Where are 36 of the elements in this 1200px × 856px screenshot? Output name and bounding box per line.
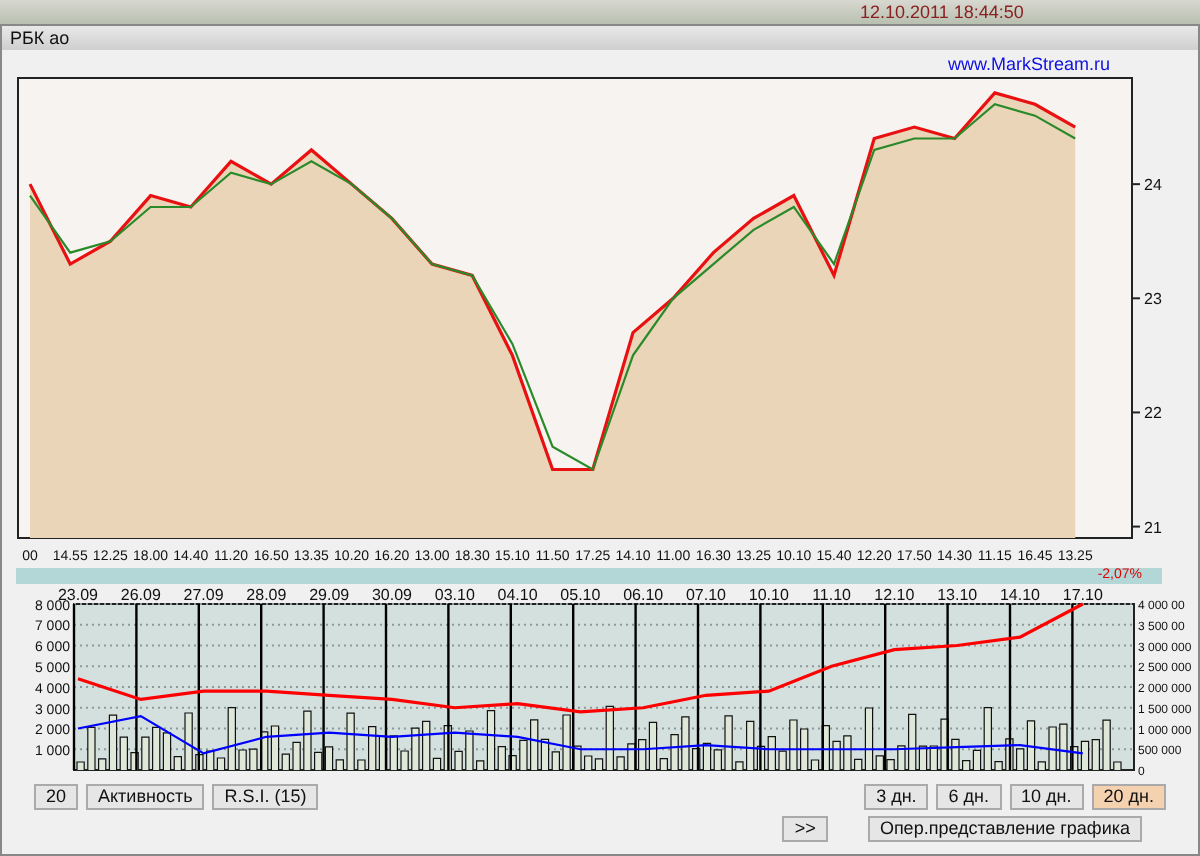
y-tick-label: 22 bbox=[1144, 404, 1163, 423]
source-link[interactable]: www.MarkStream.ru bbox=[947, 54, 1110, 74]
date-label: 13.10 bbox=[937, 586, 978, 604]
date-label: 03.10 bbox=[434, 586, 475, 604]
indicator-button[interactable]: 20 bbox=[34, 784, 79, 810]
y-tick-label: 22 bbox=[1131, 404, 1162, 423]
scroll-button[interactable]: >> bbox=[782, 816, 828, 842]
date-label: 30.09 bbox=[371, 586, 413, 604]
date-label: 17.10 bbox=[1062, 586, 1103, 604]
date-label: 28.09 bbox=[246, 586, 287, 604]
background-window-timestamp: 12.10.2011 18:44:50 bbox=[0, 0, 1200, 24]
period-button[interactable]: 20 дн. bbox=[1091, 784, 1166, 810]
y-tick-label: 23 bbox=[1131, 290, 1162, 309]
date-label: 07.10 bbox=[685, 586, 727, 604]
date-label: 12.10 bbox=[874, 586, 915, 604]
period-button[interactable]: 10 дн. bbox=[1009, 784, 1084, 810]
period-button[interactable]: 6 дн. bbox=[936, 784, 1002, 810]
y-tick-label: 23 bbox=[1144, 290, 1163, 309]
window-title: РБК ао bbox=[2, 26, 1198, 50]
y-tick-label: 24 bbox=[1144, 176, 1163, 195]
y-tick-label: 21 bbox=[1131, 518, 1162, 537]
indicator-button[interactable]: R.S.I. (15) bbox=[212, 784, 319, 810]
date-label: 06.10 bbox=[623, 586, 664, 604]
date-label: 05.10 bbox=[560, 586, 601, 604]
date-label: 14.10 bbox=[999, 586, 1041, 604]
indicator-button[interactable]: Активность bbox=[86, 784, 205, 810]
date-label: 26.09 bbox=[120, 586, 161, 604]
date-label: 04.10 bbox=[497, 586, 538, 604]
chart-mode-button[interactable]: Опер.представление графика bbox=[867, 816, 1142, 842]
date-label: 27.09 bbox=[183, 586, 224, 604]
period-button[interactable]: 3 дн. bbox=[864, 784, 929, 810]
y-tick-label: 24 bbox=[1131, 176, 1162, 195]
date-label: 11.10 bbox=[812, 586, 852, 604]
date-label: 10.10 bbox=[748, 586, 789, 604]
date-label: 29.09 bbox=[309, 586, 350, 604]
y-tick-label: 21 bbox=[1144, 518, 1163, 537]
